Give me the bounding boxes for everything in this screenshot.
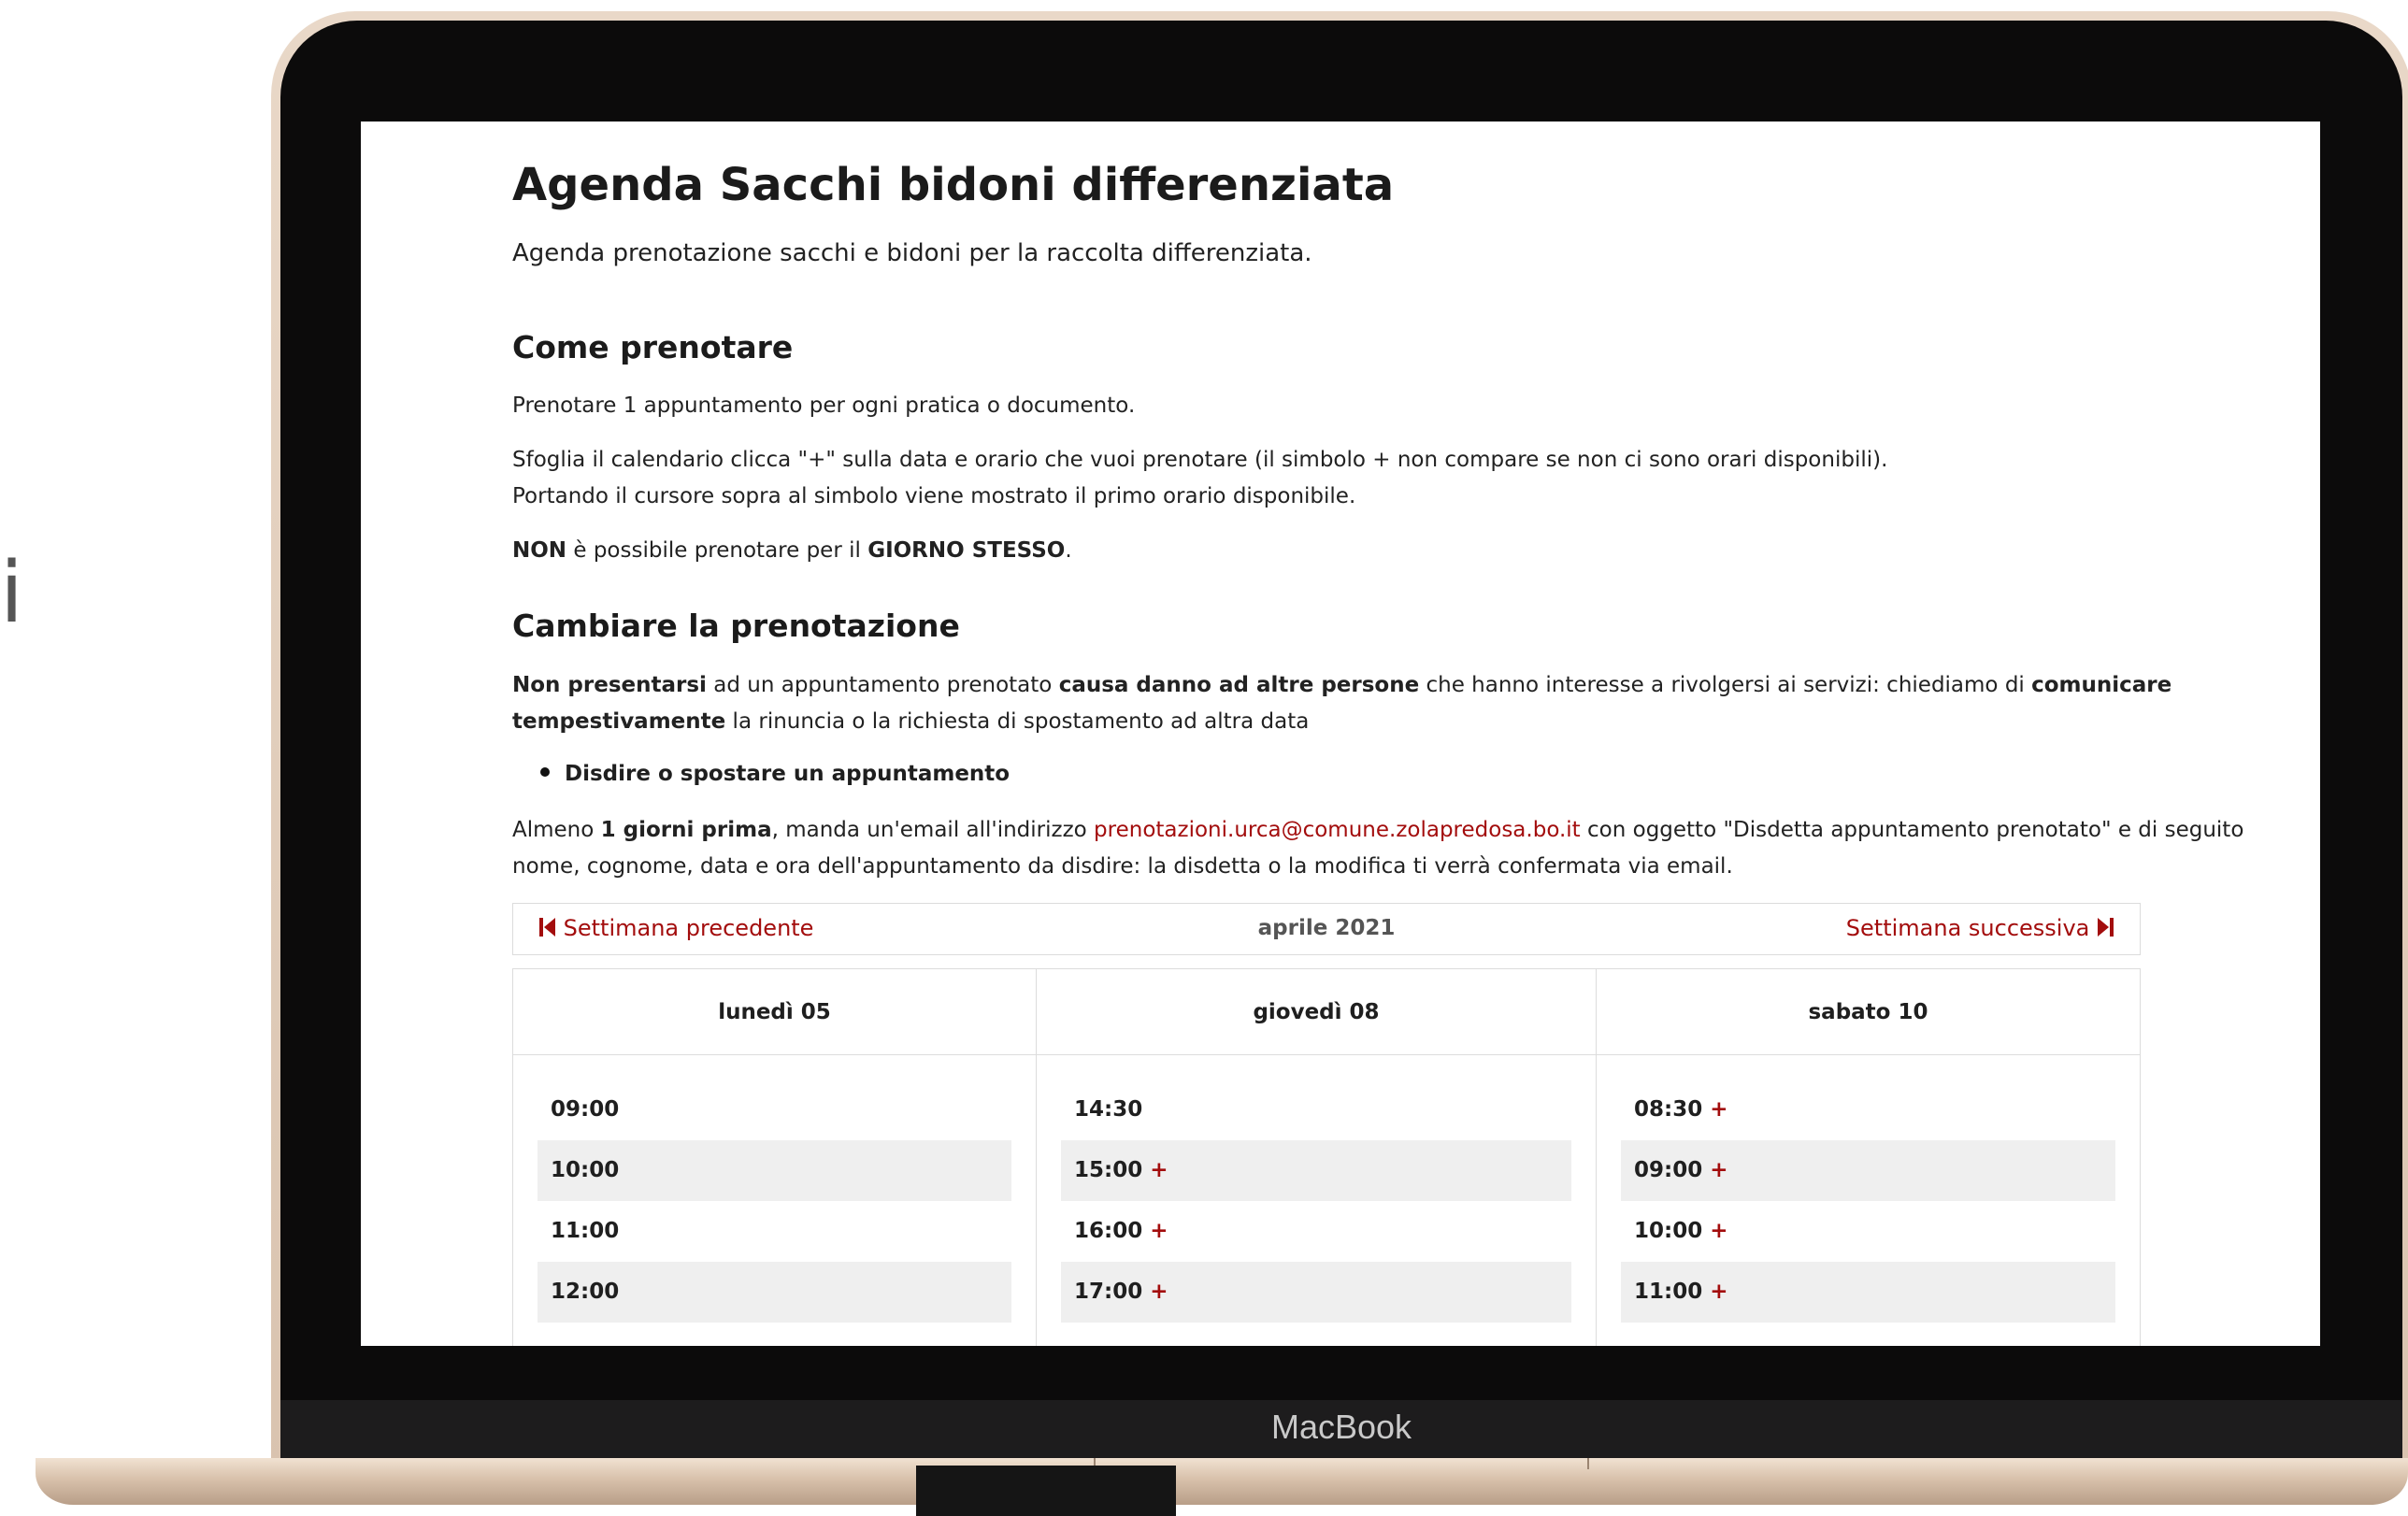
base-hinge-mark-right [1587,1458,1589,1469]
text-span: la rinuncia o la richiesta di spostament… [725,709,1310,734]
slot-time: 16:00 [1074,1219,1143,1243]
slot-time: 08:30 [1634,1097,1703,1122]
emphasis: 1 giorni prima [600,818,772,842]
day-column-monday: lunedì 05 09:00 10:00 11:00 12:00 [513,969,1037,1346]
time-slot: 10:00 + [1621,1201,2115,1262]
how-to-book-line-3: Portando il cursore sopra al simbolo vie… [512,484,1356,508]
how-to-book-line-4: NON è possibile prenotare per il GIORNO … [512,533,1072,568]
slot-time: 17:00 [1074,1280,1143,1304]
section-heading-change-booking: Cambiare la prenotazione [512,608,960,644]
text-span: è possibile prenotare per il [566,538,868,563]
time-slot: 11:00 + [1621,1262,2115,1323]
time-slot: 16:00 + [1061,1201,1571,1262]
email-link[interactable]: prenotazioni.urca@comune.zolapredosa.bo.… [1094,818,1581,842]
slot-time: 15:00 [1074,1158,1143,1182]
book-slot-plus-button[interactable]: + [1150,1280,1168,1304]
time-slot: 09:00 [538,1080,1011,1140]
next-week-label: Settimana successiva [1845,915,2090,941]
book-slot-plus-button[interactable]: + [1710,1219,1727,1243]
list-item-label: Disdire o spostare un appuntamento [565,762,1010,786]
book-slot-plus-button[interactable]: + [1150,1158,1168,1182]
slot-time: 14:30 [1074,1097,1143,1122]
time-slot: 14:30 [1061,1080,1571,1140]
section-heading-how-to-book: Come prenotare [512,329,794,365]
skip-forward-icon [2098,918,2114,937]
day-header: giovedì 08 [1037,969,1596,1055]
time-slot: 09:00 + [1621,1140,2115,1201]
book-slot-plus-button[interactable]: + [1150,1219,1168,1243]
device-brand-label: MacBook [1270,1408,1412,1446]
page-title: Agenda Sacchi bidoni differenziata [512,159,1395,211]
laptop-base [36,1458,2408,1505]
text-span: che hanno interesse a rivolgersi ai serv… [1419,673,2032,697]
day-column-thursday: giovedì 08 14:30 15:00 + 16:00 + 17:00 + [1037,969,1597,1346]
slot-time: 10:00 [551,1158,620,1182]
page-intro: Agenda prenotazione sacchi e bidoni per … [512,239,1312,267]
change-booking-p2-line-1: Almeno 1 giorni prima, manda un'email al… [512,812,2243,848]
time-slot: 15:00 + [1061,1140,1571,1201]
time-slot: 12:00 [538,1262,1011,1323]
text-span: con oggetto "Disdetta appuntamento preno… [1580,818,2244,842]
calendar-navigation: Settimana precedente aprile 2021 Settima… [512,903,2141,955]
how-to-book-line-2: Sfoglia il calendario clicca "+" sulla d… [512,448,1888,472]
list-item-cancel-or-move: Disdire o spostare un appuntamento [540,762,1010,786]
day-header: lunedì 05 [513,969,1036,1055]
text-span: Almeno [512,818,601,842]
day-header: sabato 10 [1597,969,2140,1055]
slot-list: 09:00 10:00 11:00 12:00 [513,1055,1036,1323]
slot-time: 11:00 [551,1219,620,1243]
day-column-saturday: sabato 10 08:30 + 09:00 + 10:00 + 11:00 + [1597,969,2140,1346]
emphasis: causa danno ad altre persone [1058,673,1420,697]
laptop-screen: Agenda Sacchi bidoni differenziata Agend… [361,122,2320,1346]
emphasis: tempestivamente [512,709,726,734]
calendar-grid: lunedì 05 09:00 10:00 11:00 12:00 gioved… [512,968,2141,1346]
slot-time: 12:00 [551,1280,620,1304]
time-slot: 08:30 + [1621,1080,2115,1140]
time-slot: 17:00 + [1061,1262,1571,1323]
change-booking-p1-line-1: Non presentarsi ad un appuntamento preno… [512,667,2172,703]
side-text-fragment: i [0,544,24,642]
emphasis: Non presentarsi [512,673,707,697]
time-slot: 11:00 [538,1201,1011,1262]
emphasis-non: NON [512,538,567,563]
time-slot: 10:00 [538,1140,1011,1201]
bullet-icon [540,766,550,777]
text-span: , manda un'email all'indirizzo [771,818,1095,842]
stage: i MacBook Agenda Sacchi bidoni differenz… [0,0,2408,1516]
slot-list: 14:30 15:00 + 16:00 + 17:00 + [1037,1055,1596,1323]
slot-time: 09:00 [1634,1158,1703,1182]
slot-list: 08:30 + 09:00 + 10:00 + 11:00 + [1597,1055,2140,1323]
book-slot-plus-button[interactable]: + [1710,1158,1727,1182]
laptop-base-shadow [916,1466,1176,1516]
next-week-button[interactable]: Settimana successiva [1846,915,2114,941]
slot-time: 09:00 [551,1097,620,1122]
book-slot-plus-button[interactable]: + [1710,1280,1727,1304]
change-booking-p2-line-2: nome, cognome, data e ora dell'appuntame… [512,854,1733,879]
slot-time: 10:00 [1634,1219,1703,1243]
emphasis: comunicare [2031,673,2172,697]
emphasis-same-day: GIORNO STESSO [867,538,1066,563]
how-to-book-line-1: Prenotare 1 appuntamento per ogni pratic… [512,393,1136,418]
change-booking-p1-line-2: tempestivamente la rinuncia o la richies… [512,704,1309,739]
text-span: . [1065,538,1072,563]
text-span: ad un appuntamento prenotato [706,673,1059,697]
book-slot-plus-button[interactable]: + [1710,1097,1727,1122]
slot-time: 11:00 [1634,1280,1703,1304]
